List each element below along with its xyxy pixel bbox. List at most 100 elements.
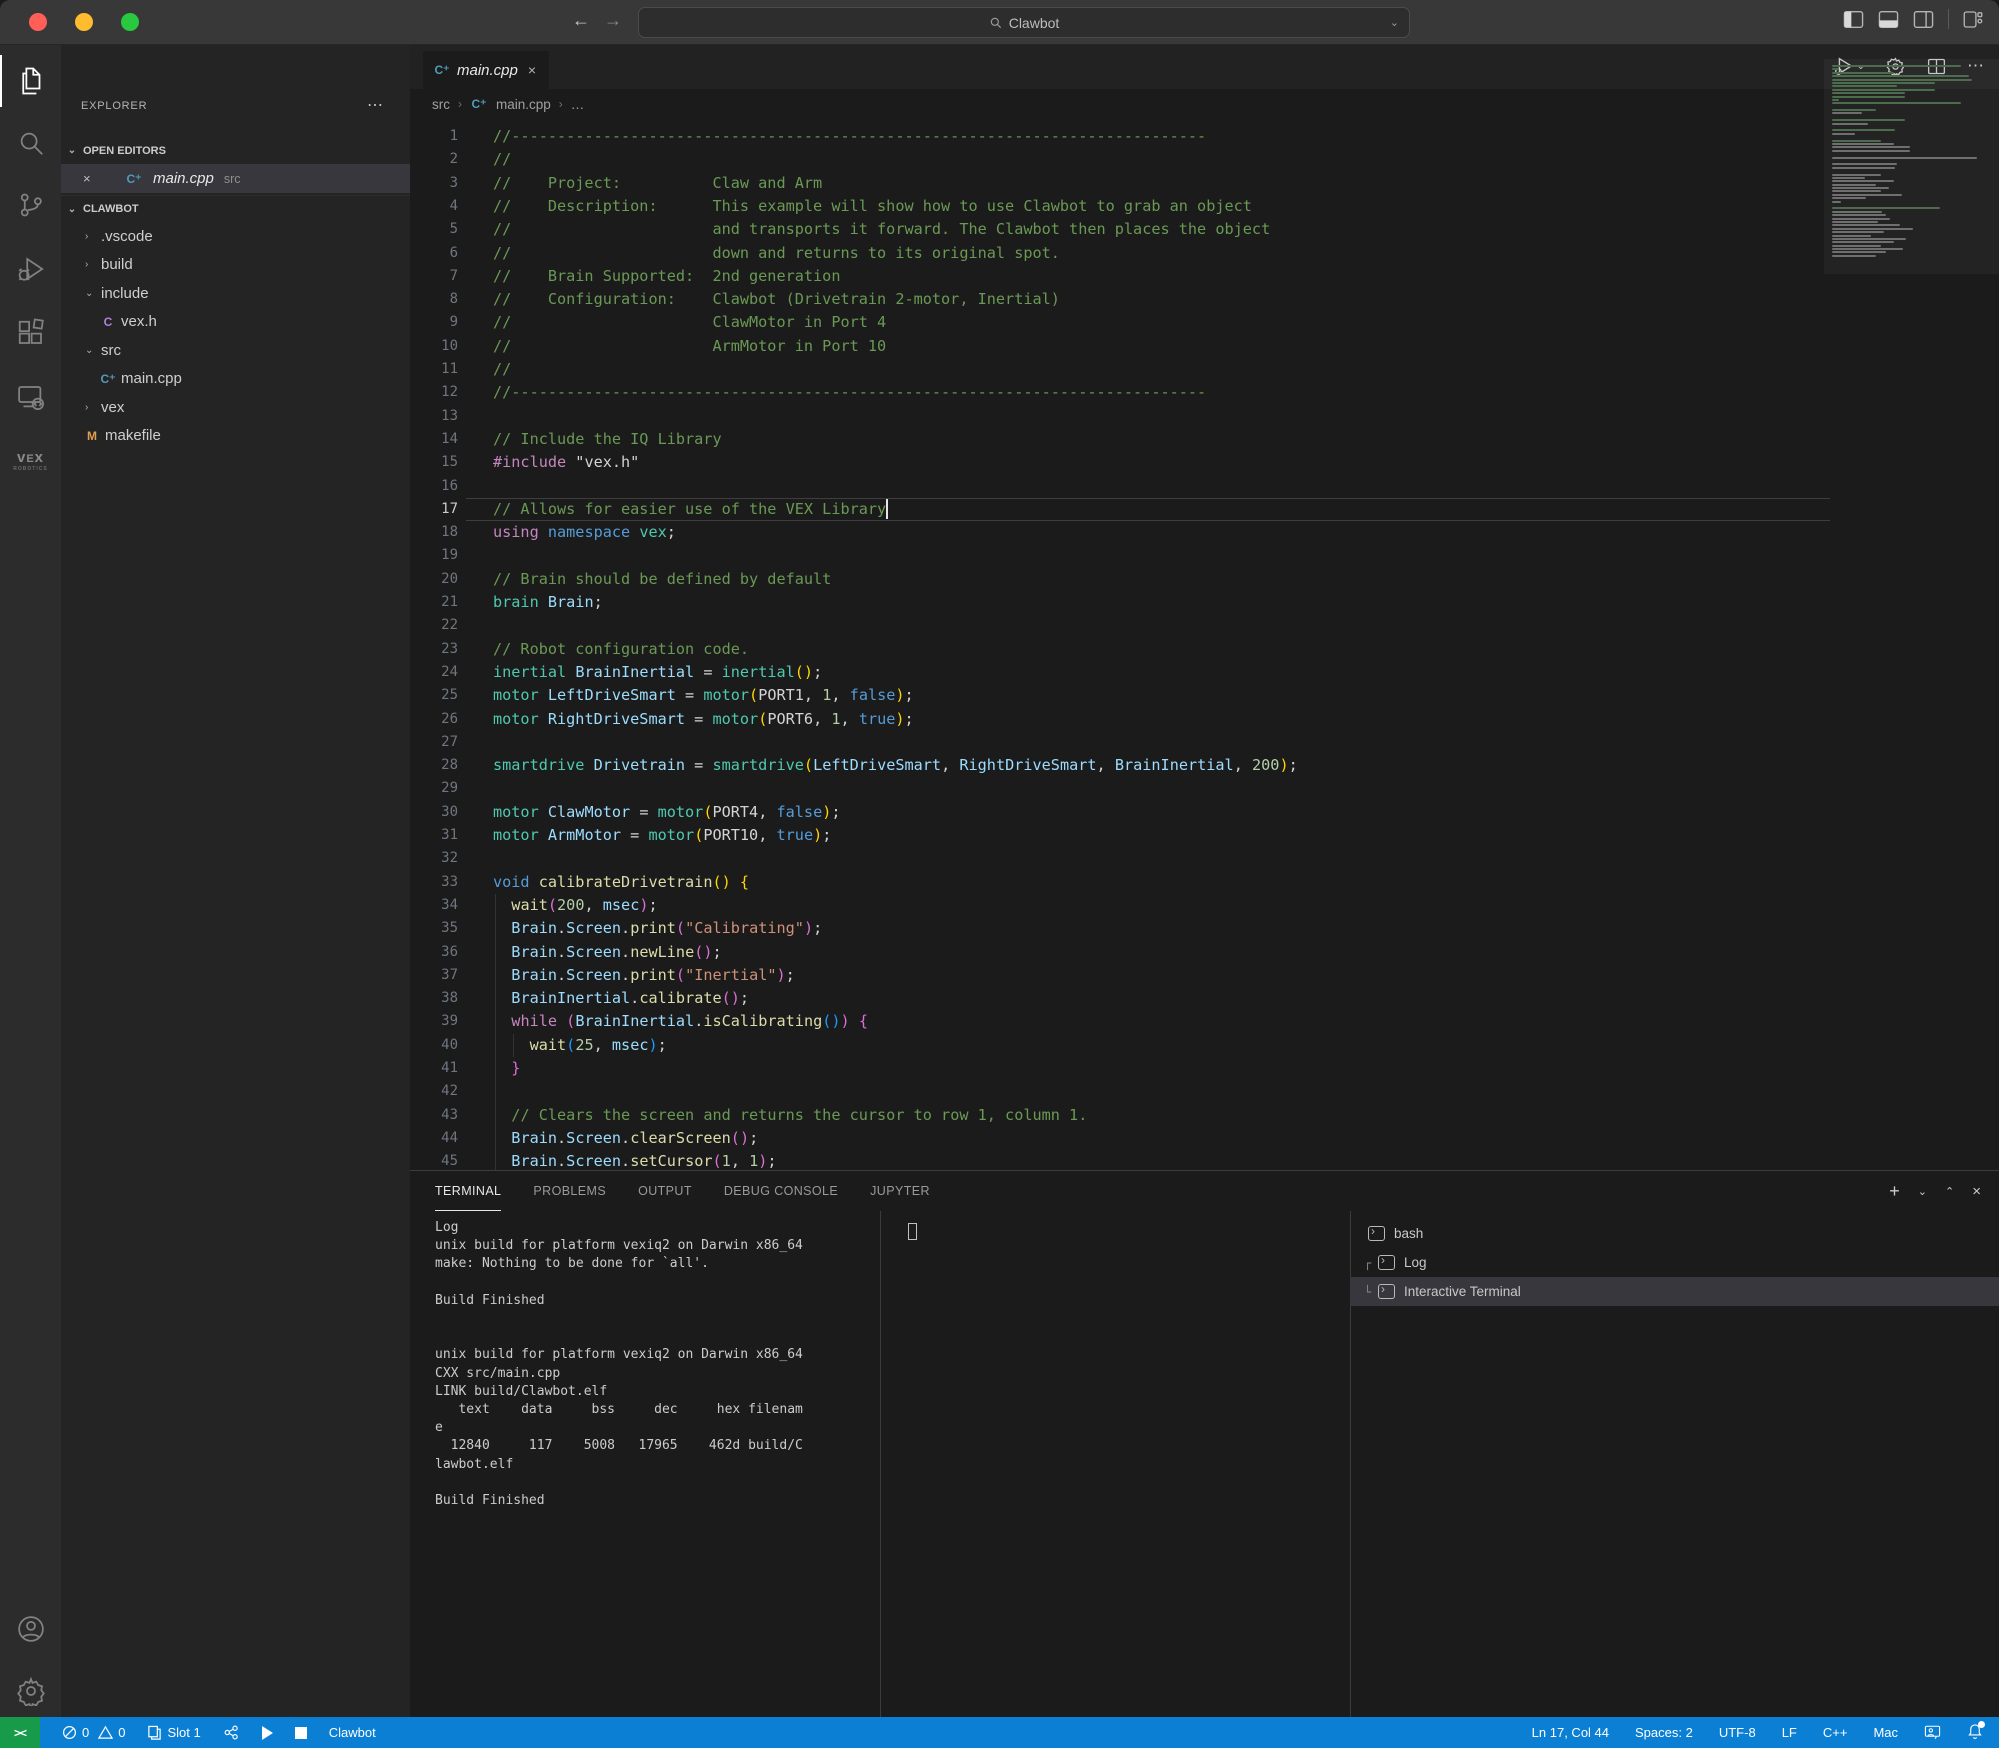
close-icon[interactable]: × xyxy=(83,171,103,186)
sidebar-item-extensions[interactable] xyxy=(0,307,61,359)
breadcrumb-src[interactable]: src xyxy=(432,97,450,112)
sidebar-item-explorer[interactable] xyxy=(0,55,61,107)
minimap[interactable] xyxy=(1832,65,1996,258)
code-editor[interactable]: 1 //-------------------------------------… xyxy=(410,121,1999,1170)
sidebar-item-remote-explorer[interactable] xyxy=(0,371,61,423)
toggle-panel-icon[interactable] xyxy=(1878,10,1899,29)
navigate-forward-button[interactable]: → xyxy=(600,10,626,31)
code-line[interactable]: 7 // Brain Supported: 2nd generation xyxy=(410,265,1999,288)
tree-item-main-cpp[interactable]: C⁺ main.cpp xyxy=(61,365,410,394)
code-line[interactable]: 43 // Clears the screen and returns the … xyxy=(410,1104,1999,1127)
slot-status[interactable]: Slot 1 xyxy=(147,1725,201,1741)
project-name-status[interactable]: Clawbot xyxy=(329,1725,376,1740)
encoding-status[interactable]: UTF-8 xyxy=(1719,1725,1756,1740)
settings-button[interactable] xyxy=(0,1665,61,1717)
close-window-button[interactable] xyxy=(29,13,47,31)
code-line[interactable]: 36 Brain.Screen.newLine(); xyxy=(410,941,1999,964)
code-line[interactable]: 45 Brain.Screen.setCursor(1, 1); xyxy=(410,1150,1999,1170)
code-line[interactable]: 3 // Project: Claw and Arm xyxy=(410,172,1999,195)
code-line[interactable]: 10 // ArmMotor in Port 10 xyxy=(410,335,1999,358)
code-line[interactable]: 14 // Include the IQ Library xyxy=(410,428,1999,451)
code-line[interactable]: 1 //-------------------------------------… xyxy=(410,125,1999,148)
sidebar-item-search[interactable] xyxy=(0,117,61,169)
code-line[interactable]: 15 #include "vex.h" xyxy=(410,451,1999,474)
accounts-button[interactable] xyxy=(0,1603,61,1655)
eol-status[interactable]: LF xyxy=(1782,1725,1797,1740)
notifications-bell[interactable] xyxy=(1967,1720,1985,1743)
code-line[interactable]: 39 while (BrainInertial.isCalibrating())… xyxy=(410,1010,1999,1033)
open-editors-header[interactable]: ⌄ OPEN EDITORS xyxy=(61,137,410,164)
tree-item-makefile[interactable]: Mmakefile xyxy=(61,422,410,451)
code-line[interactable]: 41 } xyxy=(410,1057,1999,1080)
code-line[interactable]: 35 Brain.Screen.print("Calibrating"); xyxy=(410,917,1999,940)
tree-item-build[interactable]: › build xyxy=(61,251,410,280)
code-line[interactable]: 24 inertial BrainInertial = inertial(); xyxy=(410,661,1999,684)
command-center-search[interactable]: Clawbot ⌄ xyxy=(638,7,1410,38)
tree-item-vex-h[interactable]: Cvex.h xyxy=(61,308,410,337)
panel-tab-problems[interactable]: PROBLEMS xyxy=(533,1171,606,1211)
code-line[interactable]: 42 xyxy=(410,1080,1999,1103)
terminal-output[interactable]: Log unix build for platform vexiq2 on Dar… xyxy=(435,1219,875,1510)
tree-item-src[interactable]: ⌄ src xyxy=(61,336,410,365)
code-line[interactable]: 11 // xyxy=(410,358,1999,381)
code-line[interactable]: 34 wait(200, msec); xyxy=(410,894,1999,917)
minimize-window-button[interactable] xyxy=(75,13,93,31)
code-line[interactable]: 13 xyxy=(410,405,1999,428)
maximize-panel-icon[interactable]: ⌃ xyxy=(1945,1185,1954,1198)
code-line[interactable]: 30 motor ClawMotor = motor(PORT4, false); xyxy=(410,801,1999,824)
panel-tab-terminal[interactable]: TERMINAL xyxy=(435,1171,502,1211)
code-line[interactable]: 29 xyxy=(410,777,1999,800)
maximize-window-button[interactable] xyxy=(121,13,139,31)
code-line[interactable]: 19 xyxy=(410,544,1999,567)
code-line[interactable]: 38 BrainInertial.calibrate(); xyxy=(410,987,1999,1010)
code-line[interactable]: 12 //------------------------------------… xyxy=(410,381,1999,404)
code-line[interactable]: 17 // Allows for easier use of the VEX Li… xyxy=(410,498,1999,521)
terminal-dropdown-icon[interactable]: ⌄ xyxy=(1918,1185,1927,1198)
remote-indicator[interactable]: >< xyxy=(0,1717,40,1748)
code-line[interactable]: 44 Brain.Screen.clearScreen(); xyxy=(410,1127,1999,1150)
tree-item-vex[interactable]: › vex xyxy=(61,393,410,422)
project-section-header[interactable]: ⌄ CLAWBOT xyxy=(61,195,410,222)
sidebar-item-run-debug[interactable] xyxy=(0,243,61,295)
code-line[interactable]: 37 Brain.Screen.print("Inertial"); xyxy=(410,964,1999,987)
code-line[interactable]: 31 motor ArmMotor = motor(PORT10, true); xyxy=(410,824,1999,847)
stop-program-button[interactable] xyxy=(294,1726,307,1739)
code-line[interactable]: 20 // Brain should be defined by default xyxy=(410,568,1999,591)
code-line[interactable]: 26 motor RightDriveSmart = motor(PORT6, 1… xyxy=(410,708,1999,731)
code-line[interactable]: 28 smartdrive Drivetrain = smartdrive(Lef… xyxy=(410,754,1999,777)
code-line[interactable]: 27 xyxy=(410,731,1999,754)
code-line[interactable]: 8 // Configuration: Clawbot (Drivetrain 2… xyxy=(410,288,1999,311)
indentation-status[interactable]: Spaces: 2 xyxy=(1635,1725,1693,1740)
code-line[interactable]: 22 xyxy=(410,614,1999,637)
terminal-list-item-interactive-terminal[interactable]: └ Interactive Terminal xyxy=(1350,1277,1999,1306)
code-line[interactable]: 18 using namespace vex; xyxy=(410,521,1999,544)
vex-brain-button[interactable] xyxy=(223,1724,240,1741)
navigate-back-button[interactable]: ← xyxy=(568,10,594,31)
panel-tab-debug-console[interactable]: DEBUG CONSOLE xyxy=(724,1171,838,1211)
code-line[interactable]: 9 // ClawMotor in Port 4 xyxy=(410,311,1999,334)
code-line[interactable]: 23 // Robot configuration code. xyxy=(410,638,1999,661)
problems-status[interactable]: 0 0 xyxy=(62,1725,125,1740)
sidebar-item-vex[interactable]: vEx ROBOTICS xyxy=(0,437,61,489)
code-line[interactable]: 5 // and transports it forward. The Clawb… xyxy=(410,218,1999,241)
customize-layout-icon[interactable] xyxy=(1963,10,1983,29)
code-line[interactable]: 6 // down and returns to its original spo… xyxy=(410,242,1999,265)
breadcrumb[interactable]: src › C⁺ main.cpp › … xyxy=(432,89,584,119)
code-line[interactable]: 32 xyxy=(410,847,1999,870)
code-line[interactable]: 25 motor LeftDriveSmart = motor(PORT1, 1,… xyxy=(410,684,1999,707)
toggle-secondary-sidebar-icon[interactable] xyxy=(1913,10,1934,29)
code-line[interactable]: 2 // xyxy=(410,148,1999,171)
close-panel-icon[interactable]: × xyxy=(1972,1183,1981,1200)
tree-item-include[interactable]: ⌄ include xyxy=(61,279,410,308)
language-mode-status[interactable]: C++ xyxy=(1823,1725,1848,1740)
cursor-position-status[interactable]: Ln 17, Col 44 xyxy=(1532,1725,1609,1740)
feedback-person-icon[interactable] xyxy=(1924,1725,1941,1740)
open-editor-item-maincpp[interactable]: × C⁺ main.cpp src xyxy=(61,164,410,193)
code-line[interactable]: 21 brain Brain; xyxy=(410,591,1999,614)
sidebar-item-source-control[interactable] xyxy=(0,179,61,231)
breadcrumb-symbol[interactable]: … xyxy=(571,97,585,112)
platform-status[interactable]: Mac xyxy=(1873,1725,1898,1740)
tab-maincpp[interactable]: C⁺ main.cpp × xyxy=(423,51,549,89)
run-program-button[interactable] xyxy=(261,1725,273,1740)
code-line[interactable]: 16 xyxy=(410,475,1999,498)
